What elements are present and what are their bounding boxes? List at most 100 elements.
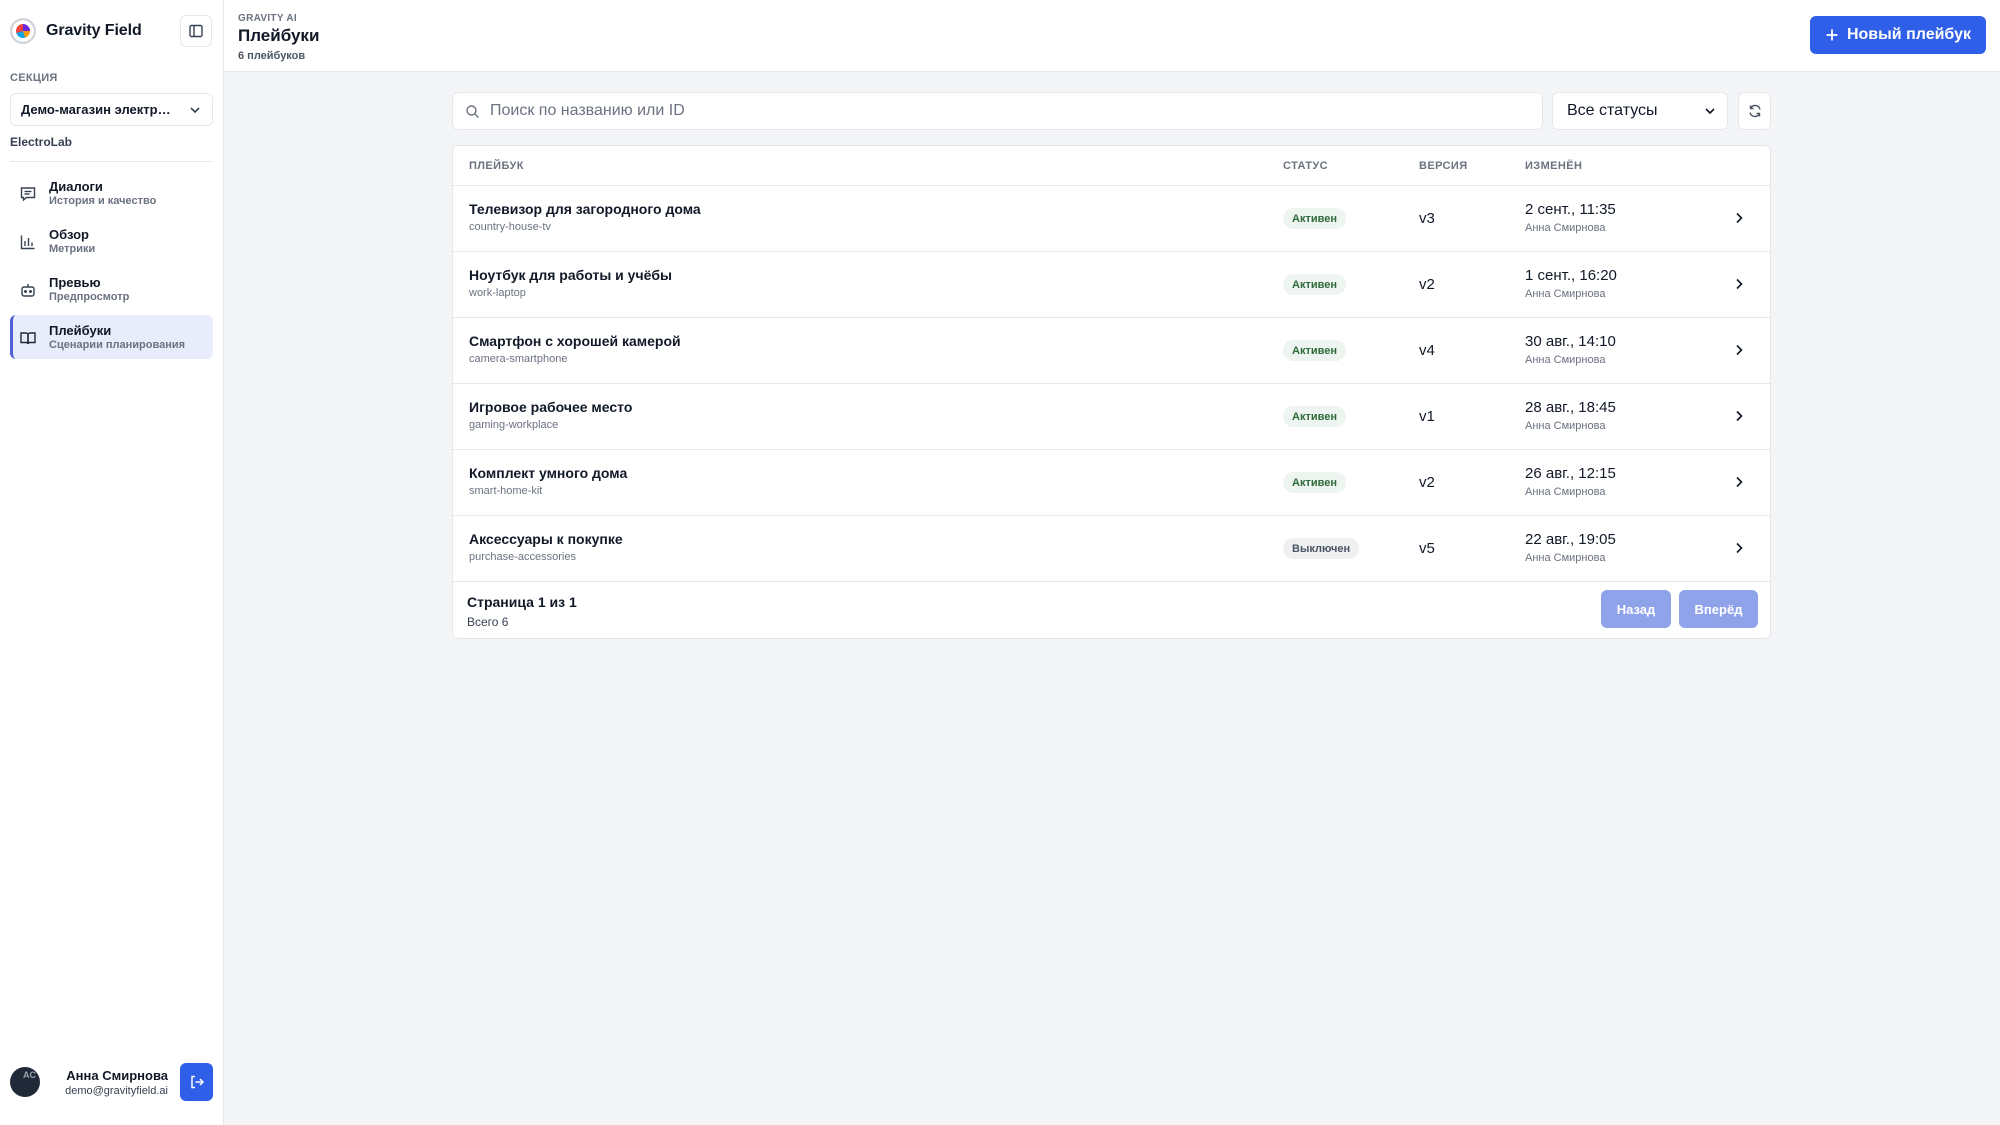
playbook-id: country-house-tv [469, 221, 551, 233]
modified-date: 28 авг., 18:45 [1525, 399, 1616, 416]
column-header-version: ВЕРСИЯ [1419, 160, 1468, 172]
chevron-down-icon [190, 106, 200, 113]
breadcrumb: GRAVITY AI [238, 13, 297, 24]
playbook-version: v1 [1419, 408, 1435, 425]
playbooks-table: ПЛЕЙБУК СТАТУС ВЕРСИЯ ИЗМЕНЁН Телевизор … [452, 145, 1771, 639]
section-label: СЕКЦИЯ [10, 72, 58, 84]
search-input[interactable] [490, 102, 1490, 120]
total-count: Всего 6 [467, 615, 509, 629]
modified-date: 2 сент., 11:35 [1525, 201, 1616, 218]
playbook-name: Игровое рабочее место [469, 399, 633, 415]
status-badge: Выключен [1283, 538, 1360, 559]
page-title: Плейбуки [238, 26, 320, 45]
status-badge: Активен [1283, 208, 1346, 229]
chevron-right-icon[interactable] [1731, 342, 1747, 358]
chevron-right-icon[interactable] [1731, 276, 1747, 292]
modified-date: 1 сент., 16:20 [1525, 267, 1617, 284]
logout-button[interactable] [180, 1063, 213, 1101]
table-row[interactable]: Телевизор для загородного дома country-h… [453, 186, 1770, 252]
sidebar-item-playbooks[interactable]: Плейбуки Сценарии планирования [10, 315, 213, 359]
sidebar-item-title: Диалоги [49, 178, 103, 194]
avatar[interactable]: AC [10, 1067, 40, 1097]
playbook-id: camera-smartphone [469, 353, 568, 365]
chevron-down-icon [1705, 108, 1715, 115]
user-name: Анна Смирнова [66, 1068, 168, 1083]
sidebar-divider [10, 161, 213, 162]
column-header-modified: ИЗМЕНЁН [1525, 160, 1583, 172]
playbook-version: v4 [1419, 342, 1435, 359]
brand[interactable]: Gravity Field [10, 18, 142, 44]
status-filter-select[interactable]: Все статусы [1552, 92, 1728, 130]
playbook-id: purchase-accessories [469, 551, 576, 563]
chevron-right-icon[interactable] [1731, 540, 1747, 556]
status-filter-value: Все статусы [1567, 102, 1658, 119]
page-info: Страница 1 из 1 [467, 594, 577, 610]
table-row[interactable]: Смартфон с хорошей камерой camera-smartp… [453, 318, 1770, 384]
sidebar-item-overview[interactable]: Обзор Метрики [10, 219, 213, 263]
modified-author: Анна Смирнова [1525, 486, 1606, 498]
chevron-right-icon[interactable] [1731, 210, 1747, 226]
playbook-id: smart-home-kit [469, 485, 543, 497]
brand-name: Gravity Field [46, 22, 142, 39]
page-subtitle: 6 плейбуков [238, 50, 306, 62]
chevron-right-icon[interactable] [1731, 474, 1747, 490]
modified-author: Анна Смирнова [1525, 222, 1606, 234]
table-row[interactable]: Ноутбук для работы и учёбы work-laptop А… [453, 252, 1770, 318]
modified-date: 26 авг., 12:15 [1525, 465, 1616, 482]
section-select[interactable]: Демо-магазин электро... [10, 93, 213, 126]
chevron-right-icon[interactable] [1731, 408, 1747, 424]
sidebar: Gravity Field СЕКЦИЯ Демо-магазин электр… [0, 0, 224, 1125]
playbook-id: gaming-workplace [469, 419, 559, 431]
search-icon [466, 104, 479, 118]
new-playbook-button[interactable]: Новый плейбук [1810, 16, 1986, 54]
organization-name: ElectroLab [10, 135, 73, 149]
bar-chart-icon [20, 235, 35, 250]
search-field[interactable] [452, 92, 1543, 130]
column-header-playbook: ПЛЕЙБУК [469, 160, 524, 172]
playbook-name: Ноутбук для работы и учёбы [469, 267, 672, 283]
robot-icon [21, 284, 35, 297]
refresh-button[interactable] [1738, 92, 1771, 130]
new-playbook-label: Новый плейбук [1846, 26, 1972, 43]
table-row[interactable]: Комплект умного дома smart-home-kit Акти… [453, 450, 1770, 516]
playbook-name: Комплект умного дома [469, 465, 628, 481]
modified-author: Анна Смирнова [1525, 420, 1606, 432]
next-page-button[interactable]: Вперёд [1679, 590, 1758, 628]
table-header: ПЛЕЙБУК СТАТУС ВЕРСИЯ ИЗМЕНЁН [453, 146, 1770, 186]
playbook-version: v5 [1419, 540, 1435, 557]
playbook-version: v3 [1419, 210, 1435, 227]
playbook-id: work-laptop [469, 287, 526, 299]
sidebar-item-preview[interactable]: Превью Предпросмотр [10, 267, 213, 311]
prev-page-button[interactable]: Назад [1601, 590, 1671, 628]
playbook-version: v2 [1419, 474, 1435, 491]
table-row[interactable]: Игровое рабочее место gaming-workplace А… [453, 384, 1770, 450]
sidebar-item-subtitle: Сценарии планирования [49, 338, 186, 351]
modified-date: 30 авг., 14:10 [1525, 333, 1616, 350]
gravity-field-logo [10, 18, 36, 44]
sidebar-item-title: Обзор [49, 226, 89, 242]
modified-author: Анна Смирнова [1525, 552, 1606, 564]
sidebar-item-title: Превью [49, 274, 101, 290]
refresh-icon [1748, 104, 1761, 118]
status-badge: Активен [1283, 406, 1346, 427]
collapse-sidebar-button[interactable] [180, 15, 212, 47]
sidebar-panel-icon [189, 24, 203, 38]
playbook-name: Телевизор для загородного дома [469, 201, 701, 217]
sidebar-item-dialogs[interactable]: Диалоги История и качество [10, 171, 213, 215]
column-header-status: СТАТУС [1283, 160, 1328, 172]
plus-icon [1826, 29, 1838, 41]
sidebar-item-subtitle: История и качество [49, 194, 157, 207]
sidebar-item-subtitle: Метрики [49, 242, 96, 255]
book-icon [20, 332, 36, 345]
table-row[interactable]: Аксессуары к покупке purchase-accessorie… [453, 516, 1770, 582]
section-select-value: Демо-магазин электро... [21, 102, 176, 117]
status-badge: Активен [1283, 274, 1346, 295]
sidebar-item-subtitle: Предпросмотр [49, 290, 130, 303]
table-pagination: Страница 1 из 1 Всего 6 Назад Вперёд [453, 582, 1770, 638]
user-panel: AC Анна Смирнова demo@gravityfield.ai [10, 1063, 213, 1103]
modified-author: Анна Смирнова [1525, 354, 1606, 366]
page-header: GRAVITY AI Плейбуки 6 плейбуков Новый пл… [224, 0, 2000, 72]
status-badge: Активен [1283, 340, 1346, 361]
logout-icon [190, 1075, 204, 1089]
user-email: demo@gravityfield.ai [65, 1085, 168, 1097]
